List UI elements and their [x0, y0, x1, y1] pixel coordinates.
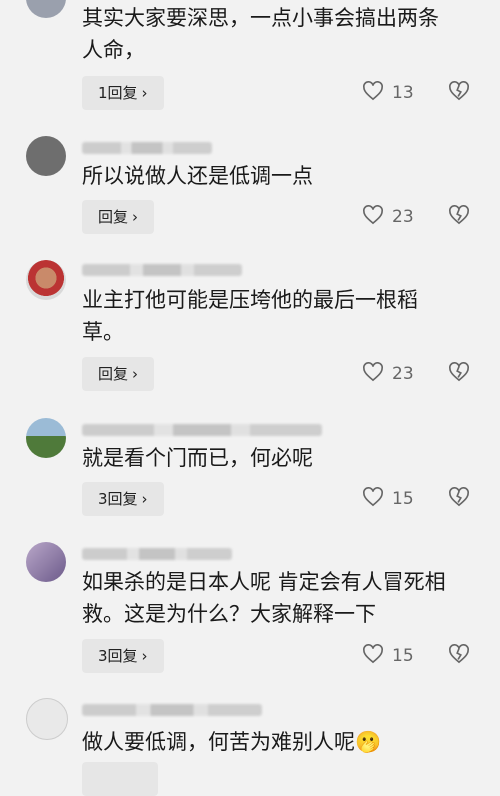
like-button[interactable]: 15	[362, 482, 414, 516]
avatar[interactable]	[26, 0, 66, 18]
avatar[interactable]	[26, 260, 66, 300]
username-blurred[interactable]	[82, 424, 322, 436]
comment-text-line: 如果杀的是日本人呢 肯定会有人冒死相	[82, 570, 446, 594]
comment-text-line: 救。这是为什么？大家解释一下	[82, 602, 376, 626]
like-button[interactable]: 23	[362, 357, 414, 391]
heart-outline-icon	[362, 486, 384, 512]
broken-heart-icon	[448, 487, 470, 511]
comment-text-line: 所以说做人还是低调一点	[82, 164, 313, 188]
comment-text-line: 人命，	[82, 38, 145, 62]
reply-button[interactable]: 1回复 ›	[82, 76, 164, 110]
dislike-button[interactable]	[448, 482, 470, 516]
dislike-button[interactable]	[448, 200, 470, 234]
avatar[interactable]	[26, 136, 66, 176]
username-blurred[interactable]	[82, 264, 242, 276]
like-button[interactable]: 13	[362, 76, 414, 110]
like-count: 15	[392, 646, 414, 666]
heart-outline-icon	[362, 361, 384, 387]
dislike-button[interactable]	[448, 76, 470, 110]
chevron-right-icon: ›	[132, 365, 139, 383]
reply-button[interactable]	[82, 762, 158, 796]
comment-text: 其实大家要深思，一点小事会搞出两条 人命，	[82, 2, 472, 66]
comment-text: 做人要低调，何苦为难别人呢🫢	[82, 726, 472, 758]
comment-text-line: 就是看个门而已，何必呢	[82, 446, 313, 470]
comment-text-line: 草。	[82, 320, 124, 344]
avatar[interactable]	[26, 698, 68, 740]
like-count: 23	[392, 364, 414, 384]
comment-text-line: 业主打他可能是压垮他的最后一根稻	[82, 288, 418, 312]
dislike-button[interactable]	[448, 357, 470, 391]
reply-button[interactable]: 3回复 ›	[82, 482, 164, 516]
reply-label: 3回复	[98, 647, 138, 665]
chevron-right-icon: ›	[141, 647, 148, 665]
like-count: 13	[392, 83, 414, 103]
reply-label: 3回复	[98, 490, 138, 508]
avatar[interactable]	[26, 418, 66, 458]
like-button[interactable]: 23	[362, 200, 414, 234]
emoji: 🫢	[355, 730, 382, 754]
username-blurred[interactable]	[82, 704, 262, 716]
reply-label: 回复	[98, 208, 129, 226]
like-count: 15	[392, 489, 414, 509]
comment-text: 业主打他可能是压垮他的最后一根稻 草。	[82, 284, 472, 348]
reply-button[interactable]: 回复 ›	[82, 357, 155, 391]
dislike-button[interactable]	[448, 639, 470, 673]
like-count: 23	[392, 207, 414, 227]
broken-heart-icon	[448, 81, 470, 105]
reply-button[interactable]: 3回复 ›	[82, 639, 164, 673]
chevron-right-icon: ›	[132, 208, 139, 226]
heart-outline-icon	[362, 80, 384, 106]
comment-text-line: 其实大家要深思，一点小事会搞出两条	[82, 6, 439, 30]
heart-outline-icon	[362, 204, 384, 230]
username-blurred[interactable]	[82, 548, 232, 560]
username-blurred[interactable]	[82, 142, 212, 154]
broken-heart-icon	[448, 205, 470, 229]
comment-text: 所以说做人还是低调一点	[82, 160, 472, 192]
chevron-right-icon: ›	[141, 84, 148, 102]
comment-text-line: 做人要低调，何苦为难别人呢	[82, 730, 355, 754]
reply-button[interactable]: 回复 ›	[82, 200, 155, 234]
broken-heart-icon	[448, 644, 470, 668]
broken-heart-icon	[448, 362, 470, 386]
comment-text: 就是看个门而已，何必呢	[82, 442, 472, 474]
heart-outline-icon	[362, 643, 384, 669]
like-button[interactable]: 15	[362, 639, 414, 673]
reply-label: 回复	[98, 365, 129, 383]
comment-text: 如果杀的是日本人呢 肯定会有人冒死相 救。这是为什么？大家解释一下	[82, 566, 472, 630]
chevron-right-icon: ›	[141, 490, 148, 508]
reply-label: 1回复	[98, 84, 138, 102]
avatar[interactable]	[26, 542, 66, 582]
